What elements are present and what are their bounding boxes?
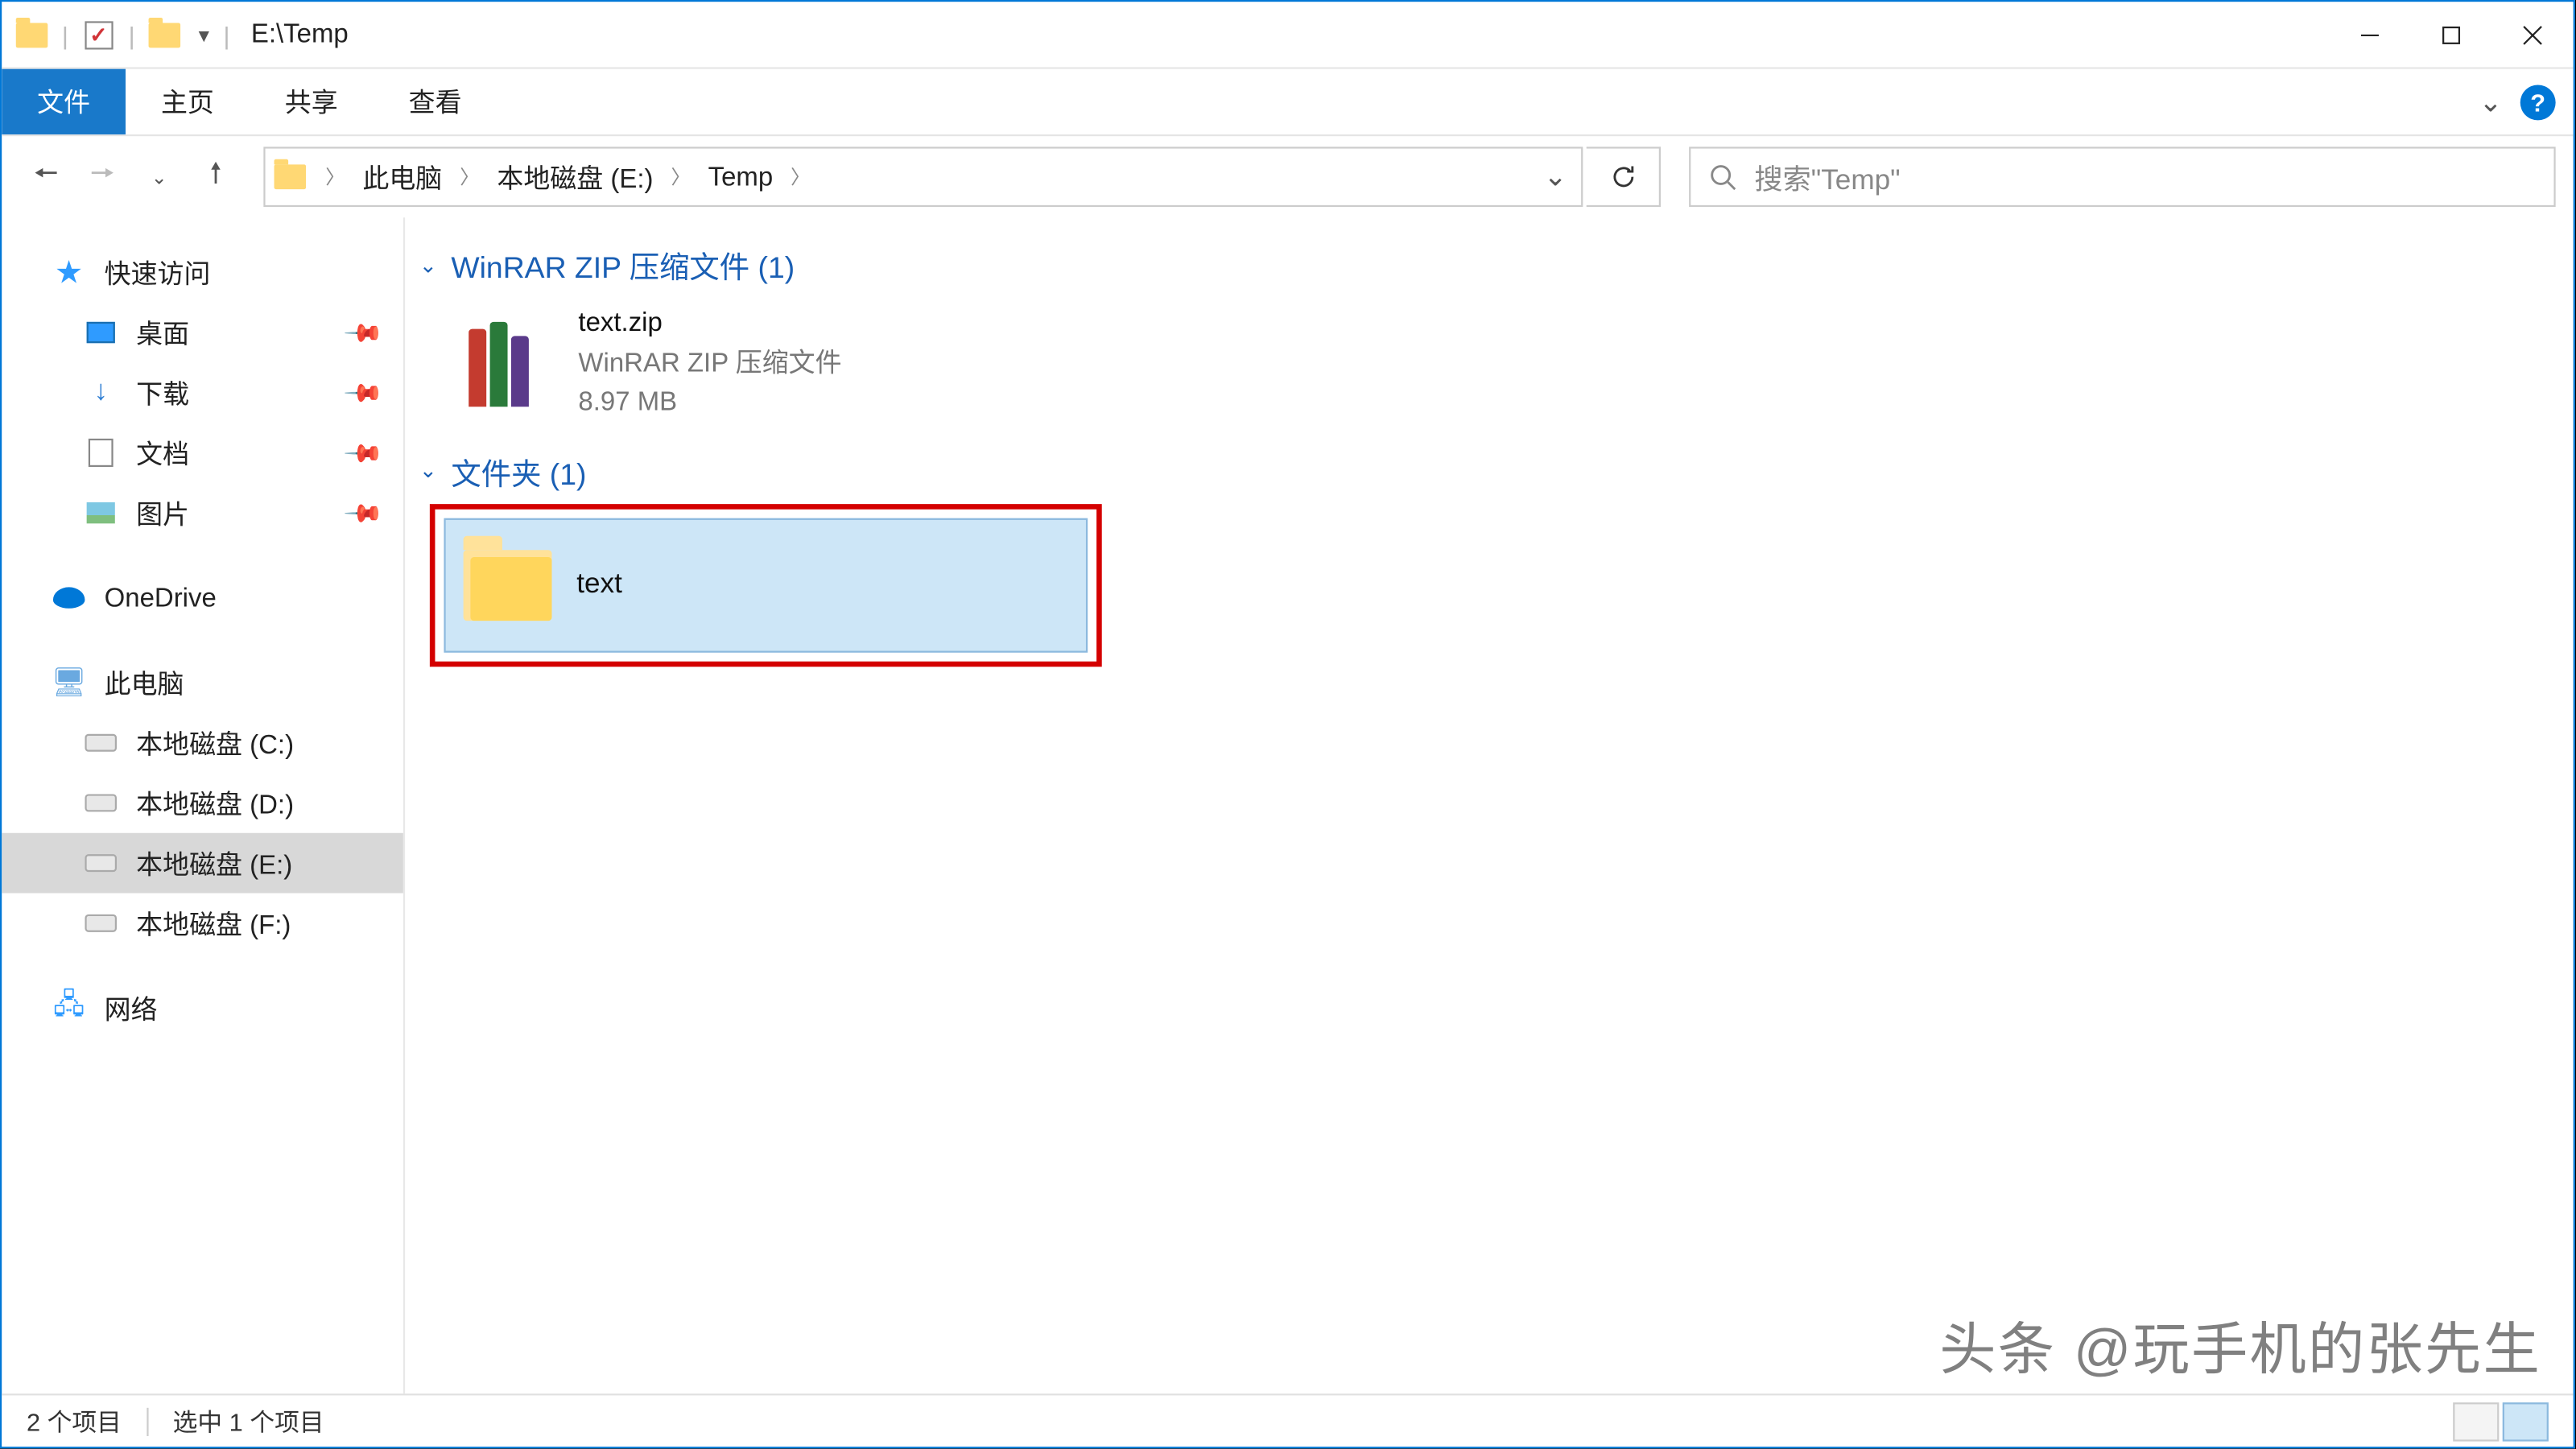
file-type: WinRAR ZIP 压缩文件 [578, 344, 841, 383]
separator: | [129, 20, 135, 48]
sidebar-drive-c[interactable]: 本地磁盘 (C:) [2, 712, 403, 773]
tab-home[interactable]: 主页 [126, 69, 250, 134]
highlight-annotation: text [430, 503, 1102, 666]
onedrive-icon [52, 580, 87, 616]
sidebar-documents[interactable]: 文档📌 [2, 423, 403, 483]
window-controls [2329, 6, 2573, 63]
chevron-right-icon[interactable]: 〉 [660, 163, 701, 191]
titlebar: | ✓ | ▾ | E:\Temp [2, 2, 2573, 68]
forward-button[interactable]: 🠖 [76, 151, 129, 204]
chevron-right-icon[interactable]: 〉 [780, 163, 821, 191]
desktop-icon [83, 315, 118, 350]
sidebar-pictures[interactable]: 图片📌 [2, 483, 403, 543]
chevron-right-icon[interactable]: 〉 [315, 163, 356, 191]
pin-icon: 📌 [341, 431, 384, 474]
sidebar-this-pc[interactable]: 🖥此电脑 [2, 653, 403, 713]
content-pane[interactable]: ⌄ WinRAR ZIP 压缩文件 (1) text.zip WinRAR ZI… [405, 217, 2574, 1393]
minimize-button[interactable] [2329, 6, 2410, 63]
status-bar: 2 个项目 选中 1 个项目 [2, 1393, 2573, 1447]
star-icon: ★ [52, 254, 87, 290]
folder-name: text [576, 568, 622, 601]
pictures-icon [83, 495, 118, 530]
folder-icon[interactable] [149, 19, 181, 51]
separator [147, 1407, 148, 1435]
drive-icon [83, 725, 118, 761]
separator: | [62, 20, 68, 48]
navigation-bar: 🠔 🠖 ⌄ 🠕 〉 此电脑 〉 本地磁盘 (E:) 〉 Temp 〉 ⌄ 搜索"… [2, 136, 2573, 217]
address-bar[interactable]: 〉 此电脑 〉 本地磁盘 (E:) 〉 Temp 〉 ⌄ [263, 147, 1583, 207]
separator: | [224, 20, 230, 48]
sidebar-network[interactable]: 🖧网络 [2, 978, 403, 1038]
watermark-text: 头条 @玩手机的张先生 [1939, 1305, 2541, 1386]
search-input[interactable]: 搜索"Temp" [1689, 147, 2556, 207]
tab-share[interactable]: 共享 [250, 69, 374, 134]
sidebar-drive-d[interactable]: 本地磁盘 (D:) [2, 773, 403, 833]
pin-icon: 📌 [341, 311, 384, 353]
status-selected: 选中 1 个项目 [173, 1403, 324, 1439]
breadcrumb: 〉 此电脑 〉 本地磁盘 (E:) 〉 Temp 〉 [315, 159, 820, 196]
document-icon [83, 435, 118, 470]
folder-icon [266, 164, 316, 189]
help-icon[interactable]: ? [2520, 84, 2556, 119]
file-meta: text.zip WinRAR ZIP 压缩文件 8.97 MB [578, 304, 841, 423]
file-item-zip[interactable]: text.zip WinRAR ZIP 压缩文件 8.97 MB [444, 297, 1098, 431]
breadcrumb-segment[interactable]: Temp [701, 162, 780, 192]
drive-icon [83, 906, 118, 941]
body: ★快速访问 桌面📌 ↓下载📌 文档📌 图片📌 OneDrive 🖥此电脑 本地磁… [2, 217, 2573, 1393]
drive-icon [83, 785, 118, 820]
file-size: 8.97 MB [578, 384, 841, 423]
properties-check-icon[interactable]: ✓ [82, 19, 114, 51]
explorer-window: | ✓ | ▾ | E:\Temp 文件 主页 共享 查看 ⌄ ? 🠔 🠖 ⌄ … [0, 0, 2575, 1448]
breadcrumb-segment[interactable]: 此电脑 [356, 159, 449, 196]
pin-icon: 📌 [341, 491, 384, 534]
folder-icon [464, 549, 552, 620]
chevron-right-icon[interactable]: 〉 [449, 163, 490, 191]
up-button[interactable]: 🠕 [189, 151, 242, 204]
view-switcher [2453, 1402, 2549, 1440]
search-icon [1708, 163, 1736, 191]
quick-access-toolbar: | ✓ | ▾ | [2, 19, 233, 51]
file-name: text.zip [578, 304, 841, 344]
sidebar-drive-e[interactable]: 本地磁盘 (E:) [2, 833, 403, 894]
maximize-button[interactable] [2411, 6, 2492, 63]
folder-icon[interactable] [16, 19, 48, 51]
recent-dropdown-icon[interactable]: ⌄ [133, 151, 186, 204]
refresh-button[interactable] [1587, 147, 1661, 207]
drive-icon [83, 845, 118, 881]
network-icon: 🖧 [52, 990, 87, 1026]
chevron-down-icon: ⌄ [419, 252, 437, 277]
download-icon: ↓ [83, 375, 118, 411]
file-item-folder[interactable]: text [444, 518, 1088, 652]
tab-file[interactable]: 文件 [2, 69, 126, 134]
window-title: E:\Temp [251, 19, 349, 49]
sidebar-downloads[interactable]: ↓下载📌 [2, 362, 403, 423]
sidebar-desktop[interactable]: 桌面📌 [2, 303, 403, 363]
sidebar: ★快速访问 桌面📌 ↓下载📌 文档📌 图片📌 OneDrive 🖥此电脑 本地磁… [2, 217, 405, 1393]
group-header-zip[interactable]: ⌄ WinRAR ZIP 压缩文件 (1) [419, 242, 2556, 287]
pin-icon: 📌 [341, 371, 384, 414]
tab-view[interactable]: 查看 [374, 69, 497, 134]
ribbon-tabs: 文件 主页 共享 查看 ⌄ ? [2, 69, 2573, 136]
pc-icon: 🖥 [52, 665, 87, 700]
chevron-down-icon: ⌄ [419, 458, 437, 483]
back-button[interactable]: 🠔 [19, 151, 72, 204]
group-header-folder[interactable]: ⌄ 文件夹 (1) [419, 448, 2556, 493]
tiles-view-button[interactable] [2503, 1402, 2549, 1440]
sidebar-onedrive[interactable]: OneDrive [2, 568, 403, 628]
close-button[interactable] [2492, 6, 2574, 63]
search-placeholder: 搜索"Temp" [1754, 155, 1900, 198]
sidebar-drive-f[interactable]: 本地磁盘 (F:) [2, 893, 403, 953]
winrar-zip-icon [458, 315, 557, 414]
address-dropdown-icon[interactable]: ⌄ [1528, 149, 1581, 205]
details-view-button[interactable] [2453, 1402, 2499, 1440]
status-item-count: 2 个项目 [27, 1403, 122, 1439]
ribbon-expand-icon[interactable]: ⌄ [2479, 84, 2502, 119]
breadcrumb-segment[interactable]: 本地磁盘 (E:) [490, 159, 661, 196]
sidebar-quick-access[interactable]: ★快速访问 [2, 242, 403, 303]
qat-dropdown-icon[interactable]: ▾ [199, 22, 209, 47]
